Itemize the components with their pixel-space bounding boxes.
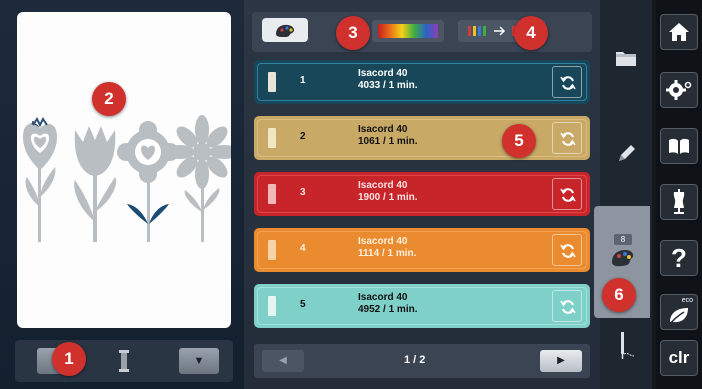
home-button[interactable] (660, 14, 698, 50)
color-navigation-bar: ▲ ▼ (15, 340, 233, 382)
embroidery-preview-panel: ▲ ▼ (0, 0, 244, 389)
thread-code-time: 1061 / 1 min. (358, 136, 418, 147)
callout-5: 5 (502, 124, 536, 158)
swap-icon (560, 300, 576, 314)
swap-icon (560, 188, 576, 202)
thread-code-time: 4952 / 1 min. (358, 304, 418, 315)
thread-name: Isacord 40 (358, 292, 408, 303)
callout-2: 2 (92, 82, 126, 116)
select-color-button[interactable] (262, 18, 308, 42)
flower-4 (165, 115, 231, 242)
thread-spool-icon (268, 240, 276, 260)
pencil-icon[interactable] (614, 142, 638, 166)
callout-3: 3 (336, 16, 370, 50)
flower-design (23, 115, 231, 242)
flower-1 (23, 117, 57, 242)
thread-row[interactable]: 5 Isacord 40 4952 / 1 min. (254, 284, 590, 328)
callout-6: 6 (602, 278, 636, 312)
thread-row-frame (257, 287, 587, 325)
chevron-down-icon: ▼ (193, 355, 205, 367)
arrow-right-icon: ▶ (557, 355, 565, 366)
thread-code-time: 1114 / 1 min. (358, 248, 417, 259)
next-page-button[interactable]: ▶ (540, 350, 582, 372)
thread-name: Isacord 40 (358, 180, 408, 191)
color-wheel-icon (276, 24, 295, 37)
tool-column: 8 (594, 0, 652, 389)
page-indicator: 1 / 2 (404, 354, 426, 366)
thread-name: Isacord 40 (358, 68, 408, 79)
thread-code-time: 4033 / 1 min. (358, 80, 418, 91)
folder-icon[interactable] (614, 48, 638, 68)
swap-thread-button[interactable] (552, 234, 582, 266)
thread-row[interactable]: 3 Isacord 40 1900 / 1 min. (254, 172, 590, 216)
thread-row[interactable]: 2 Isacord 40 1061 / 1 min. (254, 116, 590, 160)
thread-row-frame (257, 63, 587, 101)
previous-page-button[interactable]: ◀ (262, 350, 304, 372)
arrow-left-icon: ◀ (279, 355, 287, 366)
flower-3 (117, 121, 179, 242)
tutorial-button[interactable] (660, 128, 698, 164)
settings-icon (666, 80, 692, 100)
swap-thread-button[interactable] (552, 290, 582, 322)
thread-row[interactable]: 4 Isacord 40 1114 / 1 min. (254, 228, 590, 272)
color-change-button[interactable] (372, 20, 444, 42)
eco-leaf-icon (669, 308, 688, 325)
help-icon: ? (671, 243, 687, 273)
swap-icon (560, 76, 576, 90)
thread-spool-icon (268, 72, 276, 92)
swap-thread-button[interactable] (552, 122, 582, 154)
swap-icon (560, 244, 576, 258)
needle-icon[interactable] (614, 330, 638, 360)
rainbow-gradient-icon (378, 24, 438, 38)
next-color-button[interactable]: ▼ (179, 348, 219, 374)
thread-number: 1 (300, 75, 306, 86)
dress-form-icon (673, 189, 685, 214)
eco-label: eco (681, 297, 693, 304)
thread-name: Isacord 40 (358, 124, 408, 135)
thread-color-panel: 1 Isacord 40 4033 / 1 min. 2 Isacord 40 1061 … (244, 0, 600, 389)
thread-row-frame (257, 119, 587, 157)
thread-row-frame (257, 231, 587, 269)
clear-button[interactable]: clr (660, 340, 698, 376)
thread-name: Isacord 40 (358, 236, 408, 247)
thread-number: 2 (300, 131, 306, 142)
thread-code-time: 1900 / 1 min. (358, 192, 418, 203)
thread-number: 5 (300, 299, 306, 310)
settings-button[interactable] (660, 72, 698, 108)
swap-thread-button[interactable] (552, 66, 582, 98)
main-sidebar: ? eco clr (656, 0, 702, 389)
thread-spool-icon (268, 128, 276, 148)
tutorial-book-icon (669, 138, 689, 154)
needle-count-badge: 8 (614, 234, 632, 245)
thread-number: 4 (300, 243, 306, 254)
callout-1: 1 (52, 342, 86, 376)
clear-icon: clr (668, 348, 690, 367)
embroidery-canvas[interactable] (17, 12, 231, 328)
thread-spool-icon (268, 296, 276, 316)
thread-row-frame (257, 175, 587, 213)
pagination: ◀ 1 / 2 ▶ (254, 344, 590, 378)
swap-thread-button[interactable] (552, 178, 582, 210)
eco-button[interactable]: eco (660, 294, 698, 330)
help-button[interactable]: ? (660, 240, 698, 276)
creative-consultant-button[interactable] (660, 184, 698, 220)
flower-2 (74, 126, 117, 242)
thread-spool-icon (268, 184, 276, 204)
home-icon (669, 23, 689, 41)
thread-spool-icon (119, 350, 129, 372)
swap-icon (560, 132, 576, 146)
callout-4: 4 (514, 16, 548, 50)
thread-row[interactable]: 1 Isacord 40 4033 / 1 min. (254, 60, 590, 104)
palette-icon (612, 250, 634, 267)
thread-number: 3 (300, 187, 306, 198)
